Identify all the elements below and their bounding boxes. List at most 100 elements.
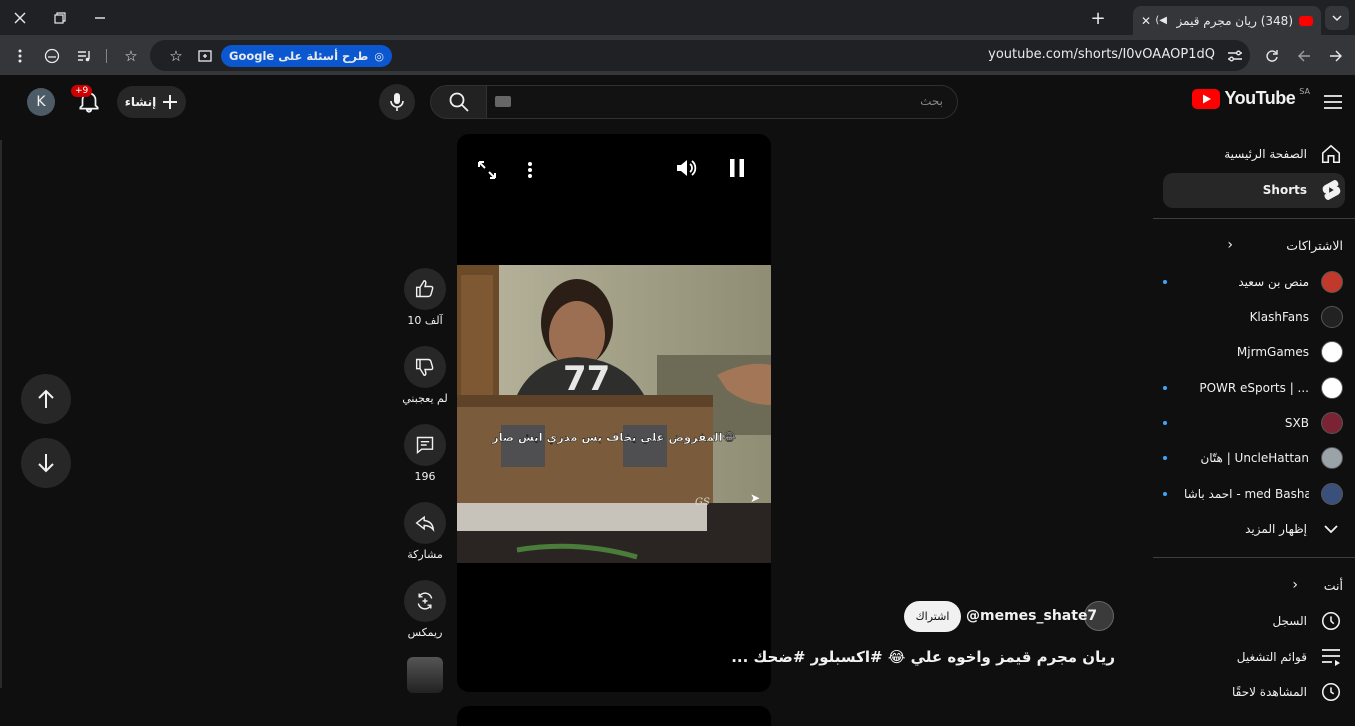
sidebar-item-playlists[interactable]: قوائم التشغيل (1163, 640, 1343, 674)
remix-action[interactable]: ريمكس (404, 580, 446, 639)
next-short-button[interactable] (21, 438, 71, 488)
close-window-icon[interactable] (10, 8, 30, 28)
like-count: 10 آلف (407, 314, 443, 327)
subscription-label: هتّان | UncleHattan (1200, 451, 1309, 465)
new-content-dot (1163, 492, 1167, 496)
browser-tab-bar: + (348) ريان مجرم قيمز واخوه ◀︎) ✕ (0, 0, 1355, 35)
chevron-icon: › (1292, 577, 1298, 593)
comment-count: 196 (414, 470, 436, 483)
google-lens-chip[interactable]: ◎ طرح أسئلة على Google (221, 45, 392, 67)
active-tab[interactable]: (348) ريان مجرم قيمز واخوه ◀︎) ✕ (1133, 6, 1321, 35)
share-action[interactable]: مشاركة (404, 502, 446, 561)
show-more-button[interactable]: إظهار المزيد (1163, 512, 1343, 546)
dislike-label: لم يعجبني (402, 392, 448, 405)
subscription-label: MjrmGames (1236, 345, 1309, 359)
media-controls-icon[interactable] (74, 46, 94, 66)
subscription-label: SXB (1284, 416, 1309, 430)
minimize-window-icon[interactable] (90, 8, 110, 28)
volume-icon[interactable] (675, 156, 699, 180)
sidebar-divider (1153, 218, 1355, 219)
remix-icon (417, 592, 433, 610)
svg-text:77: 77 (563, 359, 610, 399)
region-code: SA (1299, 87, 1310, 96)
url-text[interactable]: youtube.com/shorts/I0vOAAOP1dQ (988, 47, 1215, 62)
video-frame: 77 المفروض علي يخاف بس مدري ايش صار😂 GS (457, 265, 771, 563)
notifications-button[interactable]: +9 (71, 85, 104, 116)
youtube-logo[interactable]: YouTube SA (1192, 87, 1310, 109)
bookmark-star-icon[interactable]: ☆ (166, 46, 186, 66)
playlists-icon (1319, 645, 1343, 669)
pause-icon[interactable] (727, 158, 747, 178)
page-scrollbar[interactable] (0, 140, 2, 688)
extensions-icon[interactable] (42, 46, 62, 66)
restore-window-icon[interactable] (50, 8, 70, 28)
arrow-up-icon (38, 389, 54, 408)
sidebar-subscription-item[interactable]: احمد باشا - med Basha... (1163, 477, 1343, 511)
sidebar-item-watch-later[interactable]: المشاهدة لاحقًا (1163, 675, 1343, 709)
next-short-preview[interactable] (457, 706, 771, 726)
sidebar-item-label: السجل (1272, 614, 1307, 628)
plus-icon (163, 95, 178, 109)
back-icon[interactable] (1294, 46, 1314, 66)
sidebar-subscription-item[interactable]: KlashFans (1163, 300, 1343, 334)
sidebar-item-label: Shorts (1262, 183, 1307, 197)
create-button[interactable]: إنشاء (117, 86, 186, 118)
sidebar-item-history[interactable]: السجل (1163, 604, 1343, 638)
forward-icon[interactable] (1326, 46, 1346, 66)
subscriptions-header[interactable]: الاشتراكات › (1163, 228, 1343, 262)
browser-menu-icon[interactable] (12, 46, 28, 66)
show-more-label: إظهار المزيد (1245, 522, 1307, 536)
reload-icon[interactable] (1262, 46, 1282, 66)
like-action[interactable]: 10 آلف (404, 268, 446, 327)
shorts-icon (1319, 178, 1343, 202)
arrow-down-icon (38, 454, 54, 473)
channel-handle[interactable]: @memes_shate7 (966, 608, 1097, 624)
shorts-player[interactable]: 77 المفروض علي يخاف بس مدري ايش صار😂 GS (457, 134, 771, 692)
site-settings-icon[interactable] (1225, 46, 1245, 66)
voice-search-button[interactable] (379, 84, 415, 120)
sidebar-subscription-item[interactable]: SXB (1163, 406, 1343, 440)
bookmarks-icon[interactable]: ☆ (121, 46, 141, 66)
subscriptions-title: الاشتراكات (1286, 237, 1343, 253)
youtube-favicon-icon (1299, 15, 1313, 26)
share-button[interactable] (404, 502, 446, 544)
more-options-icon[interactable] (525, 158, 535, 182)
subscribe-button[interactable]: اشتراك (904, 601, 961, 632)
channel-avatar (1321, 341, 1343, 363)
sidebar-item-home[interactable]: الصفحة الرئيسية (1163, 137, 1343, 171)
comments-button[interactable] (404, 424, 446, 466)
account-avatar[interactable]: K (27, 88, 55, 116)
youtube-wordmark: YouTube (1224, 88, 1296, 108)
audio-playing-icon[interactable]: ◀︎) (1155, 15, 1167, 26)
sidebar-item-shorts[interactable]: Shorts (1163, 173, 1343, 207)
you-header[interactable]: أنت › (1163, 568, 1343, 602)
remix-button[interactable] (404, 580, 446, 622)
tab-search-icon[interactable] (1325, 6, 1349, 30)
subscription-label: POWR eSports | ... (1199, 381, 1309, 395)
history-icon (1319, 609, 1343, 633)
channel-avatar (1321, 271, 1343, 293)
previous-short-button[interactable] (21, 374, 71, 424)
fullscreen-icon[interactable] (477, 158, 497, 182)
keyboard-icon[interactable] (495, 96, 511, 107)
search-button[interactable] (430, 85, 487, 119)
close-tab-icon[interactable]: ✕ (1141, 14, 1151, 28)
new-tab-icon[interactable]: + (1088, 8, 1108, 29)
subscription-label: احمد باشا - med Basha... (1184, 487, 1309, 501)
search-input[interactable]: بحث (486, 85, 958, 119)
video-title[interactable]: ريان مجرم قيمز واخوه علي 😂 #اكسبلور #ضحك… (731, 648, 1115, 666)
install-app-icon[interactable] (195, 46, 215, 66)
dislike-button[interactable] (404, 346, 446, 388)
sound-thumbnail[interactable] (407, 657, 443, 693)
sidebar-subscription-item[interactable]: POWR eSports | ... (1163, 371, 1343, 405)
video-watermark: GS (695, 497, 710, 508)
sidebar-subscription-item[interactable]: MjrmGames (1163, 335, 1343, 369)
sidebar-subscription-item[interactable]: منص بن سعيد (1163, 265, 1343, 299)
hamburger-menu-icon[interactable] (1323, 92, 1343, 112)
sidebar-subscription-item[interactable]: هتّان | UncleHattan (1163, 441, 1343, 475)
search-icon (449, 92, 469, 112)
comments-action[interactable]: 196 (404, 424, 446, 483)
like-button[interactable] (404, 268, 446, 310)
dislike-action[interactable]: لم يعجبني (402, 346, 448, 405)
notification-badge: +9 (71, 85, 93, 97)
